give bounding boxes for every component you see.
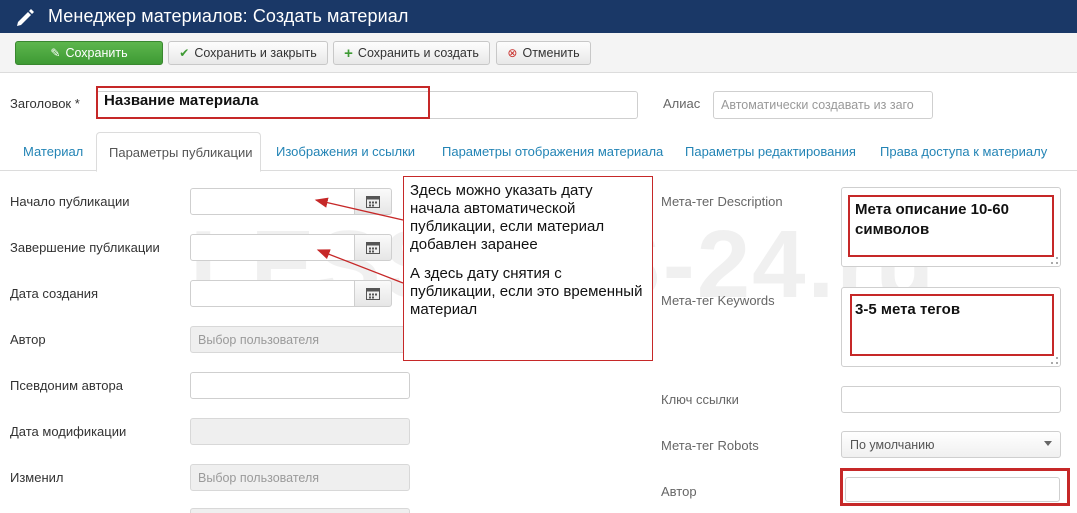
save-new-button[interactable]: + Сохранить и создать [333, 41, 490, 65]
save-button[interactable]: ✎ Сохранить [15, 41, 163, 65]
meta-keywords-label: Мета-тег Keywords [661, 293, 775, 308]
meta-description-label: Мета-тег Description [661, 194, 783, 209]
meta-keywords-value: 3-5 мета тегов [855, 301, 961, 318]
author-alias-label: Псевдоним автора [10, 378, 123, 393]
calendar-icon [366, 196, 380, 208]
author-alias-input[interactable] [190, 372, 410, 399]
pencil-icon [17, 8, 34, 26]
publish-down-label: Завершение публикации [10, 240, 160, 255]
extra-field [190, 508, 410, 513]
tab-display[interactable]: Параметры отображения материала [442, 144, 663, 159]
tab-images[interactable]: Изображения и ссылки [276, 144, 415, 159]
link-key-label: Ключ ссылки [661, 392, 739, 407]
calendar-icon [366, 288, 380, 300]
author-label: Автор [10, 332, 46, 347]
cancel-circle-icon: ⊗ [507, 46, 518, 60]
edit-icon: ✎ [50, 46, 61, 60]
publish-down-calendar-button[interactable] [354, 234, 392, 261]
plus-icon: + [344, 44, 353, 62]
modified-input [190, 418, 410, 445]
cancel-button[interactable]: ⊗ Отменить [496, 41, 591, 65]
annotation-text-start: Здесь можно указать дату начала автомати… [410, 182, 605, 253]
resize-grip-icon[interactable] [1051, 357, 1058, 364]
link-key-input[interactable] [841, 386, 1061, 413]
tab-editing[interactable]: Параметры редактирования [685, 144, 856, 159]
alias-label: Алиас [663, 96, 701, 111]
article-edit-page: Менеджер материалов: Создать материал ✎ … [0, 0, 1077, 513]
annotation-callout: Здесь можно указать дату начала автомати… [403, 176, 653, 361]
publish-up-calendar-button[interactable] [354, 188, 392, 215]
modified-by-label: Изменил [10, 470, 64, 485]
publish-up-label: Начало публикации [10, 194, 130, 209]
title-label: Заголовок * [10, 96, 80, 111]
publish-up-input[interactable] [190, 188, 355, 215]
tab-permissions[interactable]: Права доступа к материалу [880, 144, 1047, 159]
tab-material[interactable]: Материал [23, 144, 83, 159]
title-value: Название материала [104, 92, 259, 109]
publish-down-input[interactable] [190, 234, 355, 261]
modified-by-select: Выбор пользователя [190, 464, 410, 491]
page-title: Менеджер материалов: Создать материал [48, 6, 409, 26]
created-label: Дата создания [10, 286, 99, 301]
calendar-icon [366, 242, 380, 254]
created-calendar-button[interactable] [354, 280, 392, 307]
right-author-label: Автор [661, 484, 697, 499]
modified-label: Дата модификации [10, 424, 127, 439]
check-icon: ✔ [179, 46, 190, 60]
page-header: Менеджер материалов: Создать материал [0, 0, 1077, 33]
annotation-text-end: А здесь дату снятия с публикации, если э… [410, 265, 643, 318]
alias-input[interactable]: Автоматически создавать из заго [713, 91, 933, 119]
toolbar: ✎ Сохранить ✔ Сохранить и закрыть + Сохр… [0, 33, 1077, 73]
meta-robots-select[interactable]: По умолчанию [841, 431, 1061, 458]
tab-publishing[interactable]: Параметры публикации [96, 132, 261, 172]
right-author-highlight [840, 468, 1070, 506]
chevron-down-icon [1044, 441, 1052, 446]
author-select[interactable]: Выбор пользователя [190, 326, 410, 353]
meta-description-value: Мета описание 10-60 символов [855, 201, 1009, 238]
resize-grip-icon[interactable] [1051, 257, 1058, 264]
save-close-button[interactable]: ✔ Сохранить и закрыть [168, 41, 328, 65]
meta-robots-label: Мета-тег Robots [661, 438, 759, 453]
created-input[interactable] [190, 280, 355, 307]
